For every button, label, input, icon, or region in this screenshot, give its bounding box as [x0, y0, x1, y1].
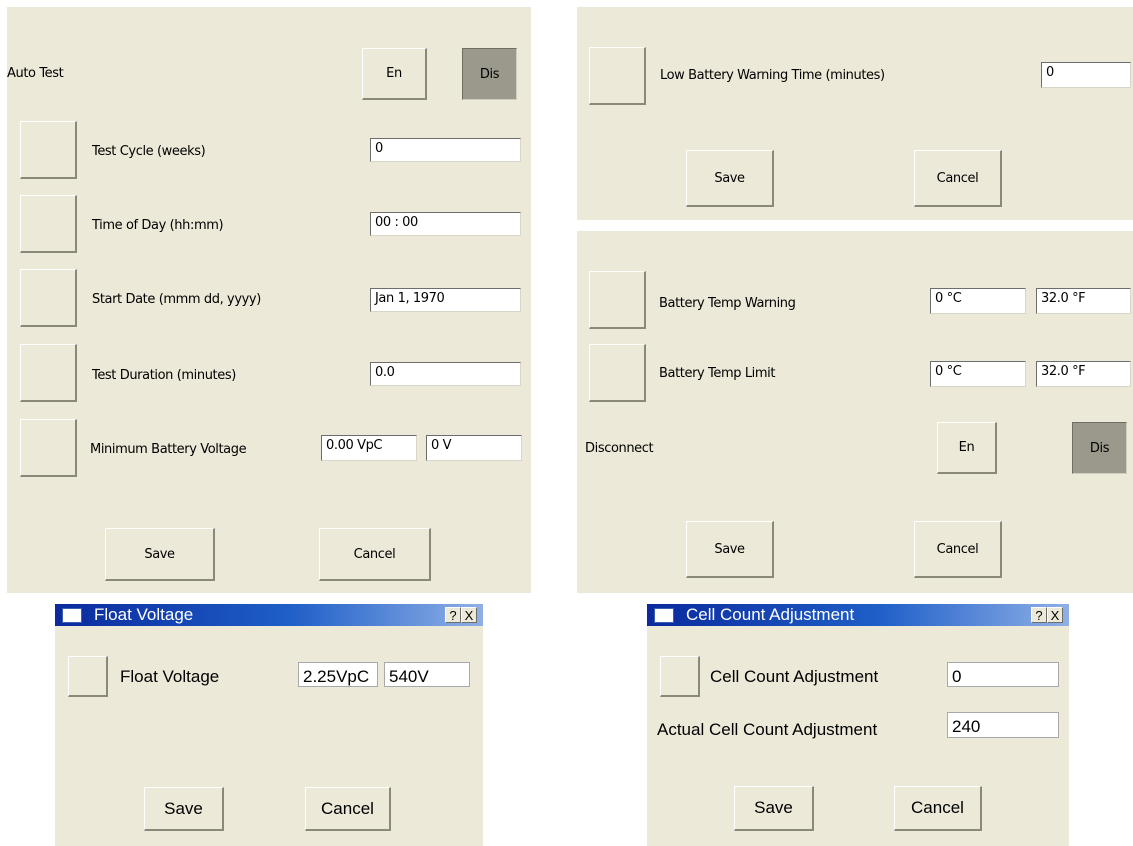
- time-of-day-select-button[interactable]: [20, 195, 77, 253]
- float-voltage-titlebar: Float Voltage ? X: [55, 604, 483, 626]
- test-cycle-label: Test Cycle (weeks): [92, 143, 206, 159]
- auto-test-label: Auto Test: [7, 65, 64, 81]
- low-battery-save-button[interactable]: Save: [686, 150, 774, 207]
- temp-warning-fahrenheit-field[interactable]: 32.0 °F: [1036, 288, 1131, 314]
- cell-count-field[interactable]: 0: [947, 662, 1059, 687]
- low-battery-select-button[interactable]: [589, 47, 646, 105]
- temp-warning-select-button[interactable]: [589, 271, 646, 329]
- disconnect-label: Disconnect: [585, 440, 654, 456]
- float-voltage-label: Float Voltage: [120, 667, 220, 686]
- min-voltage-v-field[interactable]: 0 V: [426, 435, 522, 461]
- float-voltage-vpc-field[interactable]: 2.25VpC: [298, 662, 378, 687]
- temp-limit-celsius-field[interactable]: 0 °C: [930, 361, 1026, 387]
- cell-count-save-button[interactable]: Save: [734, 786, 814, 831]
- min-voltage-vpc-field[interactable]: 0.00 VpC: [321, 435, 417, 461]
- test-cycle-field[interactable]: 0: [370, 138, 521, 162]
- float-voltage-save-button[interactable]: Save: [144, 787, 224, 831]
- close-icon[interactable]: X: [1047, 607, 1063, 623]
- low-battery-panel: Low Battery Warning Time (minutes) 0 Sav…: [577, 7, 1133, 220]
- battery-temp-cancel-button[interactable]: Cancel: [914, 521, 1002, 578]
- test-cycle-select-button[interactable]: [20, 121, 77, 179]
- test-duration-label: Test Duration (minutes): [92, 367, 236, 383]
- cell-count-titlebar: Cell Count Adjustment ? X: [647, 604, 1069, 626]
- auto-test-cancel-button[interactable]: Cancel: [319, 528, 431, 581]
- actual-cell-count-field: 240: [947, 712, 1059, 738]
- help-icon[interactable]: ?: [1031, 607, 1047, 623]
- close-icon[interactable]: X: [461, 607, 477, 623]
- low-battery-field[interactable]: 0: [1041, 62, 1131, 88]
- start-date-label: Start Date (mmm dd, yyyy): [92, 291, 261, 307]
- temp-limit-select-button[interactable]: [589, 344, 646, 402]
- test-duration-select-button[interactable]: [20, 344, 77, 402]
- window-icon: [654, 607, 674, 623]
- float-voltage-dialog: Float Voltage ? X Float Voltage 2.25VpC …: [55, 604, 483, 846]
- cell-count-title: Cell Count Adjustment: [686, 605, 855, 624]
- min-voltage-label: Minimum Battery Voltage: [90, 441, 247, 457]
- cell-count-select-button[interactable]: [660, 656, 700, 697]
- auto-test-save-button[interactable]: Save: [105, 528, 215, 581]
- window-icon: [62, 607, 82, 623]
- cell-count-label: Cell Count Adjustment: [710, 667, 879, 686]
- temp-warning-celsius-field[interactable]: 0 °C: [930, 288, 1026, 314]
- start-date-field[interactable]: Jan 1, 1970: [370, 288, 521, 312]
- auto-test-panel: Auto Test En Dis Test Cycle (weeks) 0 Ti…: [7, 7, 531, 593]
- float-voltage-select-button[interactable]: [68, 656, 108, 697]
- battery-temp-save-button[interactable]: Save: [686, 521, 774, 578]
- actual-cell-count-label: Actual Cell Count Adjustment: [657, 720, 878, 739]
- low-battery-cancel-button[interactable]: Cancel: [914, 150, 1002, 207]
- test-duration-field[interactable]: 0.0: [370, 362, 521, 386]
- cell-count-dialog: Cell Count Adjustment ? X Cell Count Adj…: [647, 604, 1069, 846]
- auto-test-enable-button[interactable]: En: [362, 48, 427, 100]
- help-icon[interactable]: ?: [445, 607, 461, 623]
- temp-warning-label: Battery Temp Warning: [659, 295, 796, 311]
- disconnect-enable-button[interactable]: En: [937, 422, 997, 474]
- start-date-select-button[interactable]: [20, 269, 77, 327]
- min-voltage-select-button[interactable]: [20, 419, 77, 477]
- time-of-day-label: Time of Day (hh:mm): [92, 217, 224, 233]
- low-battery-label: Low Battery Warning Time (minutes): [660, 67, 885, 83]
- battery-temp-panel: Battery Temp Warning 0 °C 32.0 °F Batter…: [577, 231, 1133, 593]
- disconnect-disable-button[interactable]: Dis: [1072, 422, 1127, 474]
- float-voltage-cancel-button[interactable]: Cancel: [305, 787, 391, 831]
- float-voltage-v-field[interactable]: 540V: [384, 662, 470, 687]
- time-of-day-field[interactable]: 00 : 00: [370, 212, 521, 236]
- temp-limit-label: Battery Temp Limit: [659, 365, 776, 381]
- auto-test-disable-button[interactable]: Dis: [462, 48, 517, 100]
- float-voltage-title: Float Voltage: [94, 605, 194, 624]
- cell-count-cancel-button[interactable]: Cancel: [894, 786, 982, 831]
- temp-limit-fahrenheit-field[interactable]: 32.0 °F: [1036, 361, 1131, 387]
